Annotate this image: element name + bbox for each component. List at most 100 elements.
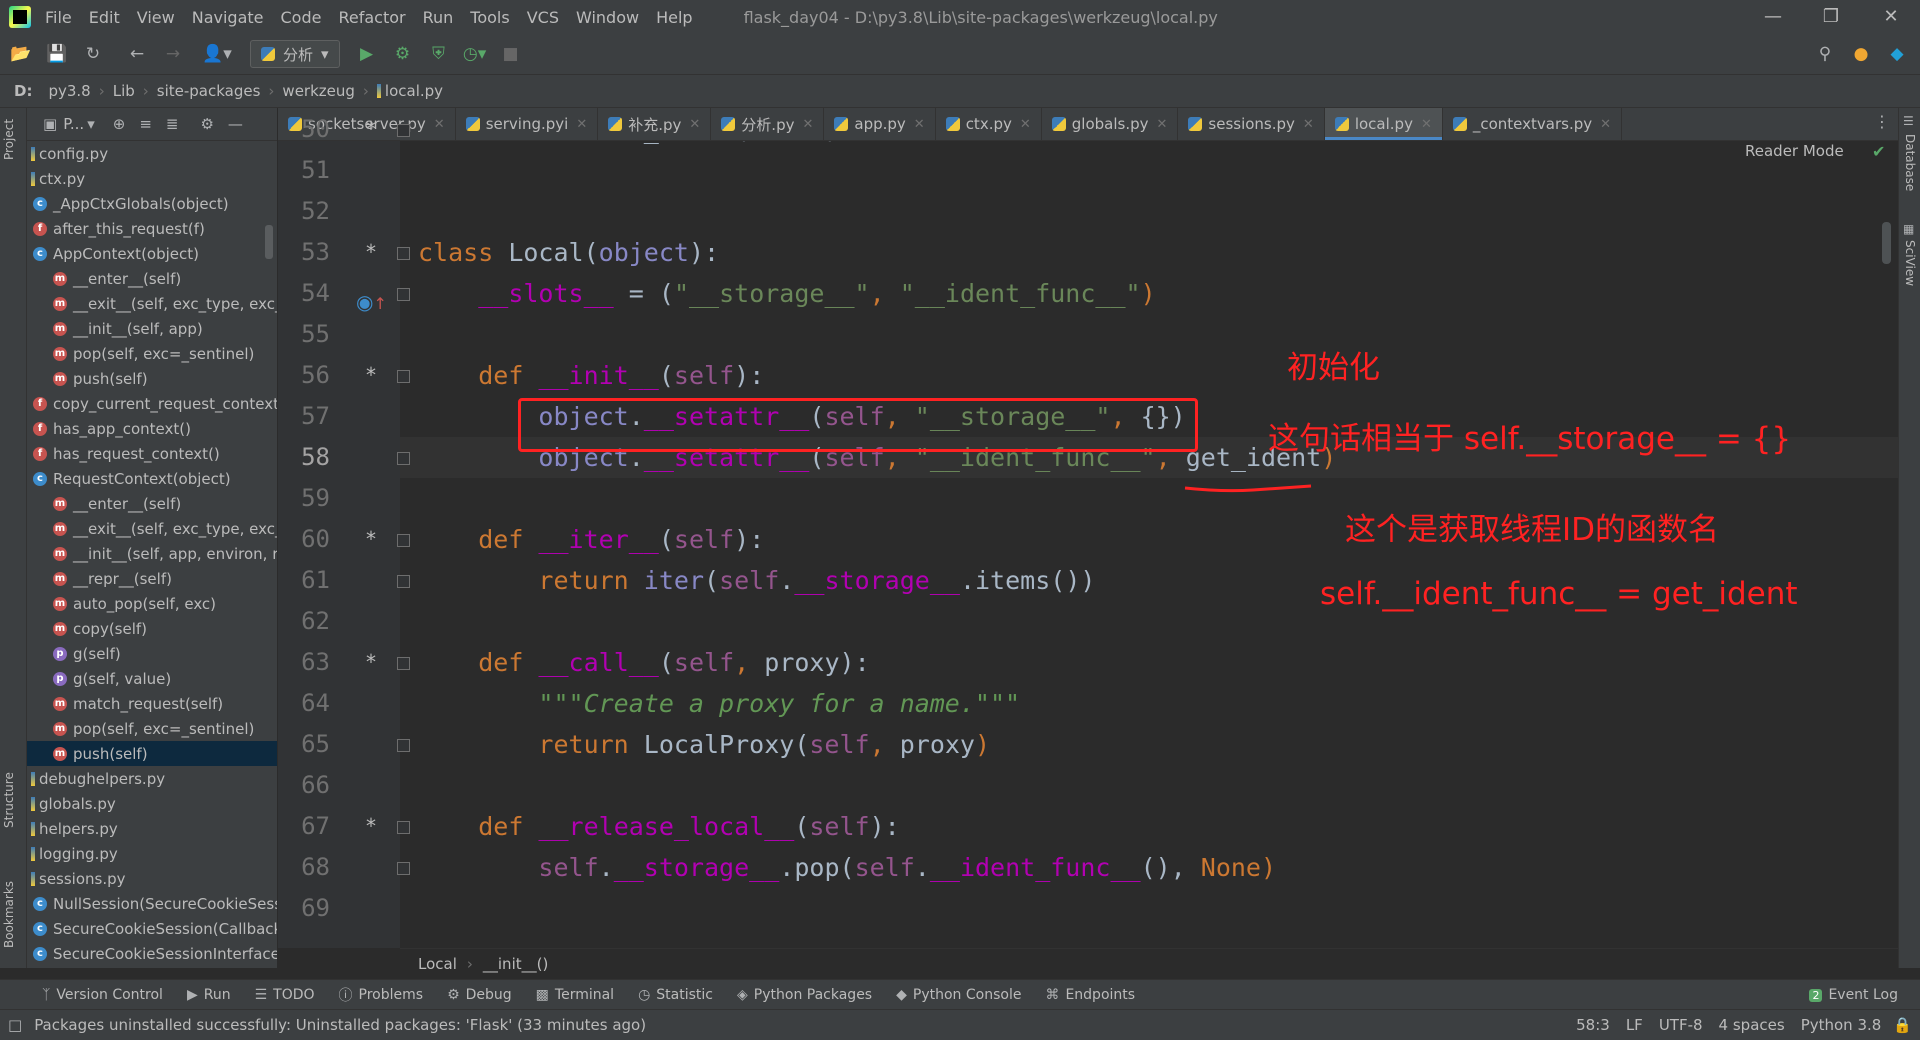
menu-tools[interactable]: Tools [470, 8, 509, 27]
expand-all-icon[interactable]: ≡ [139, 115, 152, 133]
collapse-all-icon[interactable]: ≣ [166, 115, 179, 133]
tree-item[interactable]: m push(self) [27, 741, 277, 766]
fold-marker-icon[interactable] [397, 739, 410, 752]
tree-item[interactable]: m __exit__(self, exc_type, exc_ [27, 291, 277, 316]
tree-item[interactable]: c RequestContext(object) [27, 466, 277, 491]
restore-icon[interactable]: ❐ [1802, 0, 1860, 34]
menu-edit[interactable]: Edit [89, 8, 120, 27]
endpoints-tab[interactable]: ⌘ Endpoints [1045, 987, 1135, 1003]
debug-icon[interactable]: ⚙ [388, 39, 418, 69]
editor-tab[interactable]: 分析.py ✕ [711, 108, 825, 140]
code-line[interactable] [400, 888, 1898, 929]
structure-tool-tab[interactable]: Structure [2, 772, 16, 828]
tree-item[interactable]: m auto_pop(self, exc) [27, 591, 277, 616]
user-icon[interactable]: 👤▾ [202, 39, 232, 69]
caret-position[interactable]: 58:3 [1576, 1016, 1610, 1034]
code-line[interactable]: def __init__(self): [400, 355, 1898, 396]
bookmark-star-icon[interactable]: * [366, 642, 376, 683]
tree-item[interactable]: sessions.py [27, 866, 277, 891]
crumb-class[interactable]: Local [418, 955, 457, 973]
bookmark-star-icon[interactable]: * [366, 355, 376, 396]
close-tab-icon[interactable]: ✕ [1020, 117, 1031, 132]
close-tab-icon[interactable]: ✕ [576, 117, 587, 132]
tree-item[interactable]: m __exit__(self, exc_type, exc_ [27, 516, 277, 541]
tree-item[interactable]: c SecureCookieSessionInterface [27, 941, 277, 966]
sciview-tool-tab[interactable]: SciView [1903, 240, 1917, 286]
open-folder-icon[interactable]: 📂 [6, 39, 36, 69]
tree-item[interactable]: f has_request_context() [27, 441, 277, 466]
breadcrumb-lib[interactable]: Lib [113, 82, 135, 100]
bookmarks-tool-tab[interactable]: Bookmarks [2, 881, 16, 948]
line-separator[interactable]: LF [1626, 1016, 1643, 1034]
locate-icon[interactable]: ⊕ [113, 115, 126, 133]
back-arrow-icon[interactable]: ← [122, 39, 152, 69]
close-tab-icon[interactable]: ✕ [1303, 117, 1314, 132]
tree-item[interactable]: m __enter__(self) [27, 491, 277, 516]
code-line[interactable] [400, 765, 1898, 806]
bookmark-star-icon[interactable]: * [366, 109, 376, 150]
editor-tab[interactable]: _contextvars.py ✕ [1443, 108, 1623, 140]
tree-item[interactable]: ctx.py [27, 166, 277, 191]
tree-item[interactable]: m __repr__(self) [27, 566, 277, 591]
tree-item[interactable]: helpers.py [27, 816, 277, 841]
tree-item[interactable]: m __init__(self, app) [27, 316, 277, 341]
tree-item[interactable]: c SecureCookieSession(Callback [27, 916, 277, 941]
code-line[interactable] [400, 150, 1898, 191]
reader-mode-button[interactable]: Reader Mode [1745, 142, 1844, 160]
terminal-tab[interactable]: ▩ Terminal [536, 987, 614, 1003]
save-icon[interactable]: 💾 [42, 39, 72, 69]
breadcrumb-werkzeug[interactable]: werkzeug [282, 82, 354, 100]
python-packages-tab[interactable]: ◈ Python Packages [737, 987, 872, 1003]
fold-marker-icon[interactable] [397, 247, 410, 260]
breadcrumb-site-packages[interactable]: site-packages [157, 82, 261, 100]
interpreter[interactable]: Python 3.8 [1801, 1016, 1882, 1034]
tree-item[interactable]: m __enter__(self) [27, 266, 277, 291]
editor-tab[interactable]: 补充.py ✕ [598, 108, 712, 140]
close-tab-icon[interactable]: ✕ [1157, 117, 1168, 132]
menu-file[interactable]: File [45, 8, 72, 27]
tree-item[interactable]: p g(self) [27, 641, 277, 666]
editor-tab[interactable]: sessions.py ✕ [1178, 108, 1325, 140]
sync-icon[interactable]: ↻ [78, 39, 108, 69]
tree-item[interactable]: config.py [27, 141, 277, 166]
forward-arrow-icon[interactable]: → [158, 39, 188, 69]
code-line[interactable]: def __release_local__(self): [400, 806, 1898, 847]
version-control-tab[interactable]: ᛉ Version Control [42, 987, 163, 1003]
problems-tab[interactable]: ⓘ Problems [339, 985, 424, 1005]
tree-item[interactable]: debughelpers.py [27, 766, 277, 791]
run-tab[interactable]: ▶ Run [187, 987, 231, 1003]
menu-refactor[interactable]: Refactor [338, 8, 405, 27]
close-tab-icon[interactable]: ✕ [1600, 117, 1611, 132]
tree-item[interactable]: c _AppCtxGlobals(object) [27, 191, 277, 216]
fold-marker-icon[interactable] [397, 124, 410, 137]
run-config-select[interactable]: 分析 ▾ [250, 40, 340, 68]
indent-setting[interactable]: 4 spaces [1719, 1016, 1785, 1034]
tree-item[interactable]: m match_request(self) [27, 691, 277, 716]
tree-item[interactable]: f has_app_context() [27, 416, 277, 441]
fold-marker-icon[interactable] [397, 288, 410, 301]
close-tab-icon[interactable]: ✕ [434, 117, 445, 132]
more-tabs-icon[interactable]: ⋮ [1874, 112, 1890, 131]
tree-item[interactable]: m push(self) [27, 366, 277, 391]
menu-help[interactable]: Help [656, 8, 692, 27]
fold-marker-icon[interactable] [397, 657, 410, 670]
tree-item[interactable]: m pop(self, exc=_sentinel) [27, 716, 277, 741]
fold-marker-icon[interactable] [397, 370, 410, 383]
menu-run[interactable]: Run [423, 8, 454, 27]
editor-tab[interactable]: app.py ✕ [824, 108, 936, 140]
tree-item[interactable]: c NullSession(SecureCookieSess [27, 891, 277, 916]
tree-item[interactable]: globals.py [27, 791, 277, 816]
menu-window[interactable]: Window [576, 8, 639, 27]
close-tab-icon[interactable]: ✕ [689, 117, 700, 132]
file-encoding[interactable]: UTF-8 [1659, 1016, 1703, 1034]
code-line[interactable]: class Local(object): [400, 232, 1898, 273]
fold-marker-icon[interactable] [397, 452, 410, 465]
fold-marker-icon[interactable] [397, 534, 410, 547]
tree-item[interactable]: f copy_current_request_context [27, 391, 277, 416]
code-line[interactable]: return LocalProxy(self, proxy) [400, 724, 1898, 765]
code-line[interactable] [400, 314, 1898, 355]
tree-item[interactable]: m pop(self, exc=_sentinel) [27, 341, 277, 366]
search-icon[interactable]: ⚲ [1810, 39, 1840, 69]
minimize-icon[interactable]: — [1744, 0, 1802, 34]
bookmark-star-icon[interactable]: * [366, 806, 376, 847]
